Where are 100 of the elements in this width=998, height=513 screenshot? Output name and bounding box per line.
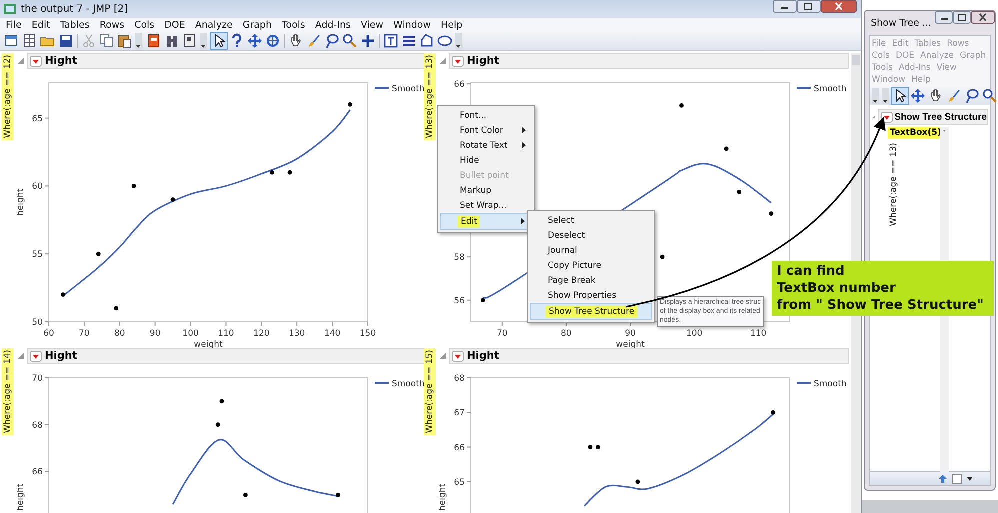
ellipse-icon[interactable] [437, 33, 453, 49]
window-title: the output 7 - JMP [2] [21, 4, 130, 14]
callout-text: from " Show Tree Structure" [777, 297, 985, 314]
menu-item[interactable]: Font Color [440, 123, 532, 138]
menu-item[interactable]: Cols [134, 20, 155, 30]
maximize-button[interactable] [797, 0, 821, 13]
menu-item[interactable]: Hide [440, 153, 532, 168]
lasso-icon[interactable] [964, 88, 980, 104]
menu-item[interactable]: Rotate Text [440, 138, 532, 153]
disclosure-icon[interactable] [439, 352, 447, 360]
data-point [737, 190, 742, 194]
disclosure-icon[interactable] [439, 57, 447, 65]
arrow-cursor-icon[interactable] [892, 88, 908, 104]
menu-item[interactable]: Help [441, 20, 463, 30]
outline-header[interactable]: Hight [449, 348, 849, 364]
lasso-icon[interactable] [324, 33, 340, 49]
app-icon [3, 3, 17, 15]
menu-item[interactable]: Edit [32, 20, 50, 30]
brush-icon[interactable] [946, 88, 962, 104]
crosshair-icon[interactable] [265, 33, 281, 49]
menu-item[interactable]: Graph [242, 20, 272, 30]
new-document-icon[interactable] [4, 33, 20, 49]
toolbar-dropdown-icon[interactable] [872, 88, 879, 104]
axis-tick-label: 66 [454, 80, 465, 90]
toolbar-dropdown-icon[interactable] [200, 33, 207, 49]
menu-item[interactable]: Show Tree Structure [530, 303, 652, 320]
menu-item[interactable]: Rows [100, 20, 125, 30]
axis-tick-label: 55 [32, 250, 43, 260]
rotated-label: Where(:age == 13) [424, 53, 436, 140]
outline-title: Hight [467, 350, 500, 362]
menu-item[interactable]: Font... [440, 108, 532, 123]
menu-item[interactable]: File [6, 20, 22, 30]
axis-title: weight [194, 340, 223, 350]
data-point [596, 445, 600, 450]
menu-item[interactable]: DOE [164, 20, 186, 30]
axis-tick-label: 70 [496, 329, 508, 339]
disclosure-icon[interactable] [17, 57, 25, 65]
menu-item[interactable]: Deselect [530, 228, 652, 243]
table-icon[interactable] [22, 33, 38, 49]
axis-tick-label: 70 [79, 329, 90, 339]
plus-icon[interactable] [360, 33, 376, 49]
menu-item[interactable]: Copy Picture [530, 258, 652, 273]
axis-tick-label: 140 [324, 329, 341, 339]
data-point [170, 198, 176, 202]
menu-item[interactable]: Journal [530, 243, 652, 258]
menu-item[interactable]: Add-Ins [315, 20, 351, 30]
data-point [724, 146, 729, 152]
save-icon[interactable] [58, 33, 74, 49]
menu-item[interactable]: View [360, 20, 384, 30]
axis-tick-label: 110 [218, 329, 234, 339]
axis-tick-label: 60 [44, 329, 54, 339]
outline-title: Hight [45, 55, 78, 67]
move-icon[interactable] [910, 88, 926, 104]
menu-item[interactable]: Set Wrap... [440, 198, 532, 213]
axis-tick-label: 65 [454, 478, 465, 488]
axis-tick-label: 50 [32, 318, 43, 328]
menu-item[interactable]: Window [394, 20, 431, 30]
data-point [636, 480, 640, 484]
outline-header[interactable]: Hight [27, 348, 427, 364]
data-point [114, 306, 119, 311]
journal-icon[interactable] [146, 33, 162, 49]
toolbar-dropdown-icon[interactable] [135, 33, 142, 49]
menu-item[interactable]: Analyze [195, 20, 233, 30]
rotated-label: Where(:age == 14) [2, 348, 14, 436]
menu-item[interactable]: Show Properties [530, 288, 652, 303]
magnifier-icon[interactable] [342, 33, 358, 49]
data-point [220, 399, 224, 404]
disclosure-icon[interactable] [17, 352, 25, 360]
data-point [244, 492, 248, 498]
paste-icon[interactable] [117, 33, 133, 49]
toolbar-dropdown-icon[interactable] [455, 33, 462, 49]
minimize-button[interactable] [773, 0, 797, 13]
toolbar-dropdown-icon[interactable] [882, 88, 889, 104]
layout-icon[interactable] [182, 33, 198, 49]
arrow-cursor-icon[interactable] [211, 33, 227, 49]
rotated-label: Where(:age == 13) [888, 142, 900, 228]
menu-item[interactable]: Markup [440, 183, 532, 198]
lines-icon[interactable] [401, 33, 417, 49]
menu-item[interactable]: Page Break [530, 273, 652, 288]
close-button[interactable] [821, 0, 857, 13]
axis-tick-label: 80 [561, 329, 572, 339]
axis-tick-label: 66 [32, 468, 43, 478]
axis-tick-label: 56 [454, 296, 465, 306]
outline-title: Hight [45, 350, 78, 362]
menu-item[interactable]: Select [530, 213, 652, 228]
text-box-icon[interactable] [383, 33, 399, 49]
menu-item[interactable]: Tables [60, 20, 90, 30]
data-point [216, 422, 220, 428]
dropdown-icon[interactable] [880, 112, 893, 122]
copy-icon[interactable] [99, 33, 115, 49]
magnifier-icon[interactable] [982, 88, 998, 104]
move-icon[interactable] [247, 33, 263, 49]
axis-tick-label: 66 [454, 443, 465, 454]
rotated-label: Where(:age == 15) [424, 348, 436, 436]
outline-header[interactable]: Hight [27, 53, 427, 69]
menu-item[interactable]: Tools [282, 20, 306, 30]
brush-icon[interactable] [306, 33, 322, 49]
outline-header[interactable]: Hight [449, 53, 849, 69]
rotated-label: Where(:age == 12) [2, 53, 14, 140]
data-point [771, 410, 776, 415]
